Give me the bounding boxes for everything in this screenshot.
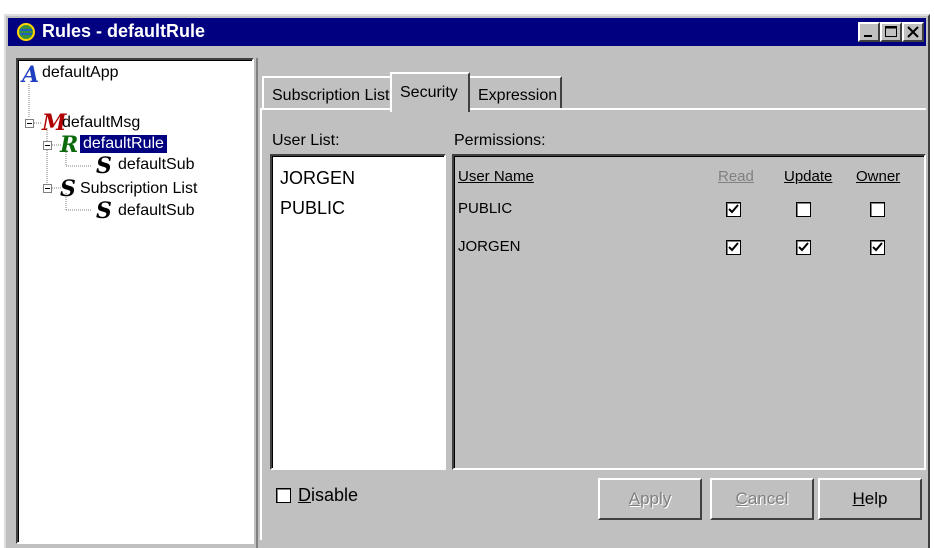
checkmark-icon: [728, 242, 739, 252]
list-item[interactable]: JORGEN: [280, 168, 355, 189]
permissions-grid[interactable]: User Name Read Update Owner PUBLIC JORGE…: [452, 154, 926, 470]
collapse-icon[interactable]: [43, 141, 52, 150]
window-title: Rules - defaultRule: [42, 21, 206, 41]
splitter[interactable]: [256, 58, 258, 548]
cancel-mnemonic: C: [735, 489, 748, 508]
read-checkbox[interactable]: [726, 240, 741, 255]
tab-label: Expression: [478, 87, 558, 104]
tab-label: Security: [400, 84, 458, 101]
subscription-list-icon: S: [60, 176, 76, 202]
disable-label-rest: isable: [311, 485, 359, 505]
title-bar[interactable]: Rules - defaultRule: [8, 18, 926, 46]
tree-item-defaultapp[interactable]: defaultApp: [42, 64, 119, 82]
column-header-owner[interactable]: Owner: [856, 168, 900, 185]
column-header-read[interactable]: Read: [718, 168, 754, 185]
permissions-label: Permissions:: [454, 132, 546, 149]
checkmark-icon: [872, 242, 883, 252]
rule-tree[interactable]: A defaultApp M defaultMsg R defaultRule …: [16, 58, 254, 544]
tree-item-defaultsub[interactable]: defaultSub: [118, 202, 195, 220]
tree-item-defaultsub[interactable]: defaultSub: [118, 156, 195, 174]
column-header-update[interactable]: Update: [784, 168, 832, 185]
apply-button[interactable]: Apply: [598, 478, 702, 520]
user-list[interactable]: JORGEN PUBLIC: [270, 154, 446, 470]
globe-icon: [17, 23, 35, 41]
apply-mnemonic: A: [628, 489, 641, 508]
disable-mnemonic: D: [298, 485, 311, 505]
disable-checkbox[interactable]: [276, 488, 291, 503]
tab-label: Subscription List: [272, 87, 390, 104]
permission-user-public: PUBLIC: [458, 200, 513, 217]
subscription-icon: S: [96, 198, 112, 224]
help-label: elp: [864, 489, 888, 508]
app-icon: A: [22, 62, 40, 88]
checkmark-icon: [798, 242, 809, 252]
maximize-button[interactable]: [880, 22, 902, 42]
user-list-label: User List:: [272, 132, 340, 149]
update-checkbox[interactable]: [796, 202, 811, 217]
help-button[interactable]: Help: [818, 478, 922, 520]
read-checkbox[interactable]: [726, 202, 741, 217]
owner-checkbox[interactable]: [870, 202, 885, 217]
minimize-icon: [864, 35, 872, 37]
tab-subscription-list[interactable]: Subscription List: [262, 76, 392, 110]
close-icon: [907, 26, 919, 38]
list-item[interactable]: PUBLIC: [280, 198, 345, 219]
apply-label: pply: [640, 489, 672, 508]
collapse-icon[interactable]: [43, 184, 52, 193]
tree-item-defaultrule[interactable]: defaultRule: [80, 135, 167, 153]
checkmark-icon: [728, 204, 739, 214]
maximize-icon: [885, 26, 897, 37]
disable-label[interactable]: Disable: [298, 485, 358, 506]
rule-icon: R: [60, 132, 79, 158]
tab-expression[interactable]: Expression: [468, 76, 562, 110]
tree-item-defaultmsg[interactable]: defaultMsg: [62, 114, 140, 132]
cancel-label: ancel: [747, 489, 789, 508]
help-mnemonic: H: [852, 489, 865, 508]
cancel-button[interactable]: Cancel: [710, 478, 814, 520]
close-button[interactable]: [902, 22, 924, 42]
subscription-icon: S: [96, 153, 112, 179]
update-checkbox[interactable]: [796, 240, 811, 255]
owner-checkbox[interactable]: [870, 240, 885, 255]
collapse-icon[interactable]: [25, 119, 34, 128]
permission-user-jorgen: JORGEN: [458, 238, 521, 255]
tree-item-subscription-list[interactable]: Subscription List: [80, 180, 197, 198]
column-header-user-name[interactable]: User Name: [458, 168, 534, 185]
tab-security[interactable]: Security: [390, 72, 470, 112]
minimize-button[interactable]: [858, 22, 880, 42]
